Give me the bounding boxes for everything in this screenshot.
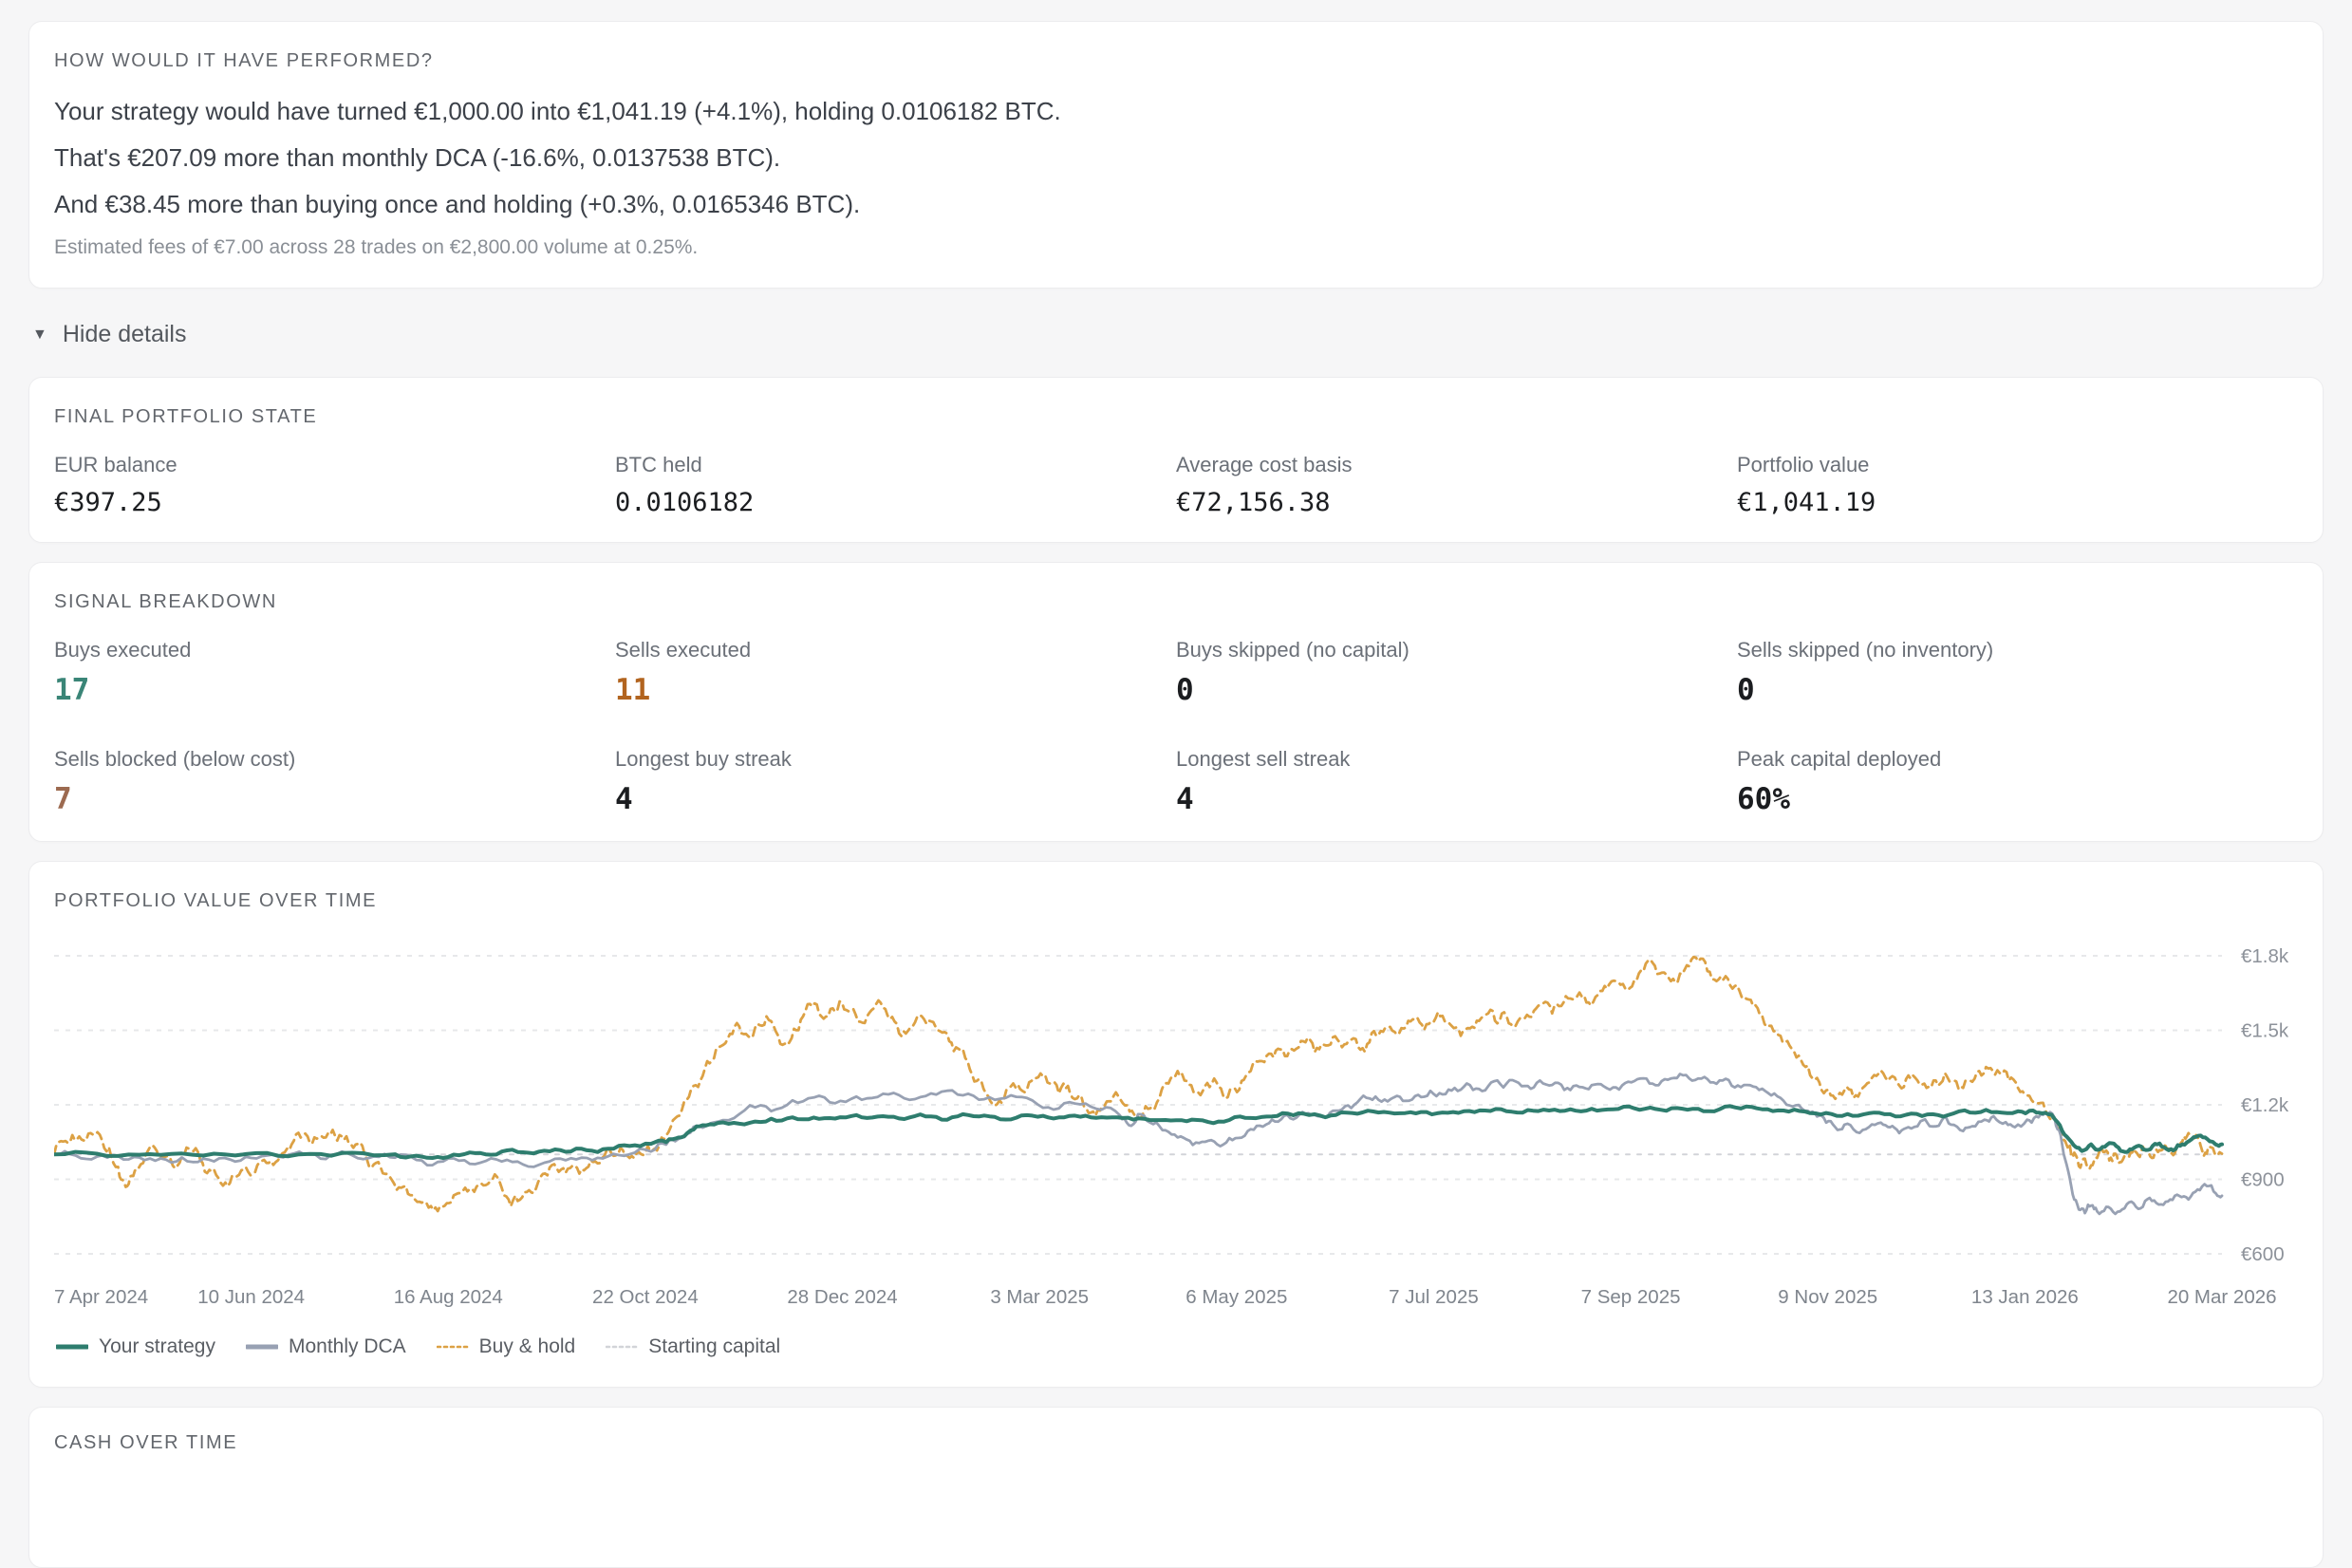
stat-label: EUR balance bbox=[54, 453, 615, 477]
x-axis-label: 16 Aug 2024 bbox=[394, 1286, 503, 1308]
hide-details-toggle[interactable]: ▼ Hide details bbox=[32, 321, 186, 348]
summary-line-buyhold-comparison: And €38.45 more than buying once and hol… bbox=[54, 190, 2298, 219]
stat-label: Sells executed bbox=[615, 638, 1176, 663]
summary-line-strategy: Your strategy would have turned €1,000.0… bbox=[54, 97, 2298, 126]
legend-swatch-buyhold-icon bbox=[437, 1343, 469, 1351]
backtest-results-page: HOW WOULD IT HAVE PERFORMED? Your strate… bbox=[0, 0, 2352, 1568]
legend-label: Starting capital bbox=[648, 1335, 780, 1358]
x-axis-label: 20 Mar 2026 bbox=[2167, 1286, 2276, 1308]
portfolio-value-chart: €600 €900 €1.2k €1.5k €1.8k 7 Apr 2024 10 Jun … bbox=[54, 937, 2300, 1313]
portfolio-chart-title: PORTFOLIO VALUE OVER TIME bbox=[54, 890, 2298, 912]
stat-label: Sells skipped (no inventory) bbox=[1737, 638, 2298, 663]
legend-item-dca[interactable]: Monthly DCA bbox=[246, 1335, 406, 1358]
stat-label: Longest buy streak bbox=[615, 747, 1176, 772]
stat-value: 0 bbox=[1176, 673, 1737, 707]
x-axis-label: 6 May 2025 bbox=[1185, 1286, 1287, 1308]
x-axis-label: 28 Dec 2024 bbox=[787, 1286, 897, 1308]
y-axis-label: €900 bbox=[2241, 1169, 2285, 1191]
y-axis-label: €600 bbox=[2241, 1243, 2285, 1265]
stat-label: Longest sell streak bbox=[1176, 747, 1737, 772]
signal-breakdown-stat: Sells executed 11 bbox=[615, 638, 1176, 707]
x-axis-label: 10 Jun 2024 bbox=[197, 1286, 305, 1308]
stat-value: 0 bbox=[1737, 673, 2298, 707]
performance-summary-title: HOW WOULD IT HAVE PERFORMED? bbox=[54, 50, 2298, 72]
stat-label: Sells blocked (below cost) bbox=[54, 747, 615, 772]
stat-value: 7 bbox=[54, 782, 615, 816]
stat-label: Buys executed bbox=[54, 638, 615, 663]
stat-value: €397.25 bbox=[54, 488, 615, 517]
stat-value: 11 bbox=[615, 673, 1176, 707]
signal-breakdown-stat: Buys skipped (no capital) 0 bbox=[1176, 638, 1737, 707]
final-portfolio-stats-grid: EUR balance €397.25BTC held 0.0106182Avera… bbox=[54, 453, 2298, 517]
stat-value: 17 bbox=[54, 673, 615, 707]
final-portfolio-title: FINAL PORTFOLIO STATE bbox=[54, 406, 2298, 428]
stat-value: 4 bbox=[615, 782, 1176, 816]
y-axis-label: €1.8k bbox=[2241, 945, 2289, 967]
legend-swatch-strategy-icon bbox=[56, 1343, 88, 1351]
signal-breakdown-stat: Peak capital deployed 60% bbox=[1737, 747, 2298, 816]
x-axis-label: 7 Apr 2024 bbox=[54, 1286, 148, 1308]
x-axis-label: 9 Nov 2025 bbox=[1778, 1286, 1877, 1308]
stat-value: €1,041.19 bbox=[1737, 488, 2298, 517]
signal-breakdown-stats-grid: Buys executed 17Sells executed 11Buys skip… bbox=[54, 638, 2298, 816]
x-axis-label: 7 Sep 2025 bbox=[1581, 1286, 1681, 1308]
x-axis-label: 22 Oct 2024 bbox=[592, 1286, 699, 1308]
signal-breakdown-stat: Sells skipped (no inventory) 0 bbox=[1737, 638, 2298, 707]
hide-details-label: Hide details bbox=[63, 321, 187, 348]
legend-swatch-starting-icon bbox=[606, 1343, 638, 1351]
legend-item-starting[interactable]: Starting capital bbox=[606, 1335, 780, 1358]
cash-chart-title: CASH OVER TIME bbox=[54, 1432, 2298, 1454]
y-axis-label: €1.5k bbox=[2241, 1020, 2289, 1042]
final-portfolio-card: FINAL PORTFOLIO STATE EUR balance €397.25… bbox=[28, 377, 2324, 543]
performance-summary-card: HOW WOULD IT HAVE PERFORMED? Your strate… bbox=[28, 21, 2324, 289]
portfolio-chart-card: PORTFOLIO VALUE OVER TIME €600€900€1.2k€… bbox=[28, 861, 2324, 1388]
x-axis-label: 3 Mar 2025 bbox=[990, 1286, 1089, 1308]
stat-label: Peak capital deployed bbox=[1737, 747, 2298, 772]
x-axis-label: 7 Jul 2025 bbox=[1389, 1286, 1479, 1308]
legend-item-strategy[interactable]: Your strategy bbox=[56, 1335, 215, 1358]
stat-value: €72,156.38 bbox=[1176, 488, 1737, 517]
signal-breakdown-stat: Sells blocked (below cost) 7 bbox=[54, 747, 615, 816]
chart-legend: Your strategy Monthly DCA Buy & hold Starti… bbox=[56, 1335, 2298, 1358]
final-portfolio-stat: Portfolio value €1,041.19 bbox=[1737, 453, 2298, 517]
stat-label: Average cost basis bbox=[1176, 453, 1737, 477]
stat-value: 60% bbox=[1737, 782, 2298, 816]
legend-label: Monthly DCA bbox=[289, 1335, 406, 1358]
x-axis-label: 13 Jan 2026 bbox=[1971, 1286, 2079, 1308]
y-axis-label: €1.2k bbox=[2241, 1094, 2289, 1116]
stat-value: 4 bbox=[1176, 782, 1737, 816]
stat-label: Buys skipped (no capital) bbox=[1176, 638, 1737, 663]
summary-line-dca-comparison: That's €207.09 more than monthly DCA (-1… bbox=[54, 143, 2298, 173]
legend-swatch-dca-icon bbox=[246, 1343, 278, 1351]
signal-breakdown-card: SIGNAL BREAKDOWN Buys executed 17Sells ex… bbox=[28, 562, 2324, 842]
signal-breakdown-title: SIGNAL BREAKDOWN bbox=[54, 591, 2298, 613]
series-dca bbox=[54, 1074, 2222, 1214]
triangle-down-icon: ▼ bbox=[32, 327, 47, 344]
stat-value: 0.0106182 bbox=[615, 488, 1176, 517]
legend-label: Your strategy bbox=[99, 1335, 215, 1358]
final-portfolio-stat: EUR balance €397.25 bbox=[54, 453, 615, 517]
legend-label: Buy & hold bbox=[479, 1335, 576, 1358]
series-buyhold bbox=[54, 957, 2222, 1211]
final-portfolio-stat: BTC held 0.0106182 bbox=[615, 453, 1176, 517]
stat-label: BTC held bbox=[615, 453, 1176, 477]
signal-breakdown-stat: Buys executed 17 bbox=[54, 638, 615, 707]
cash-chart-card: CASH OVER TIME bbox=[28, 1407, 2324, 1568]
fees-note: Estimated fees of €7.00 across 28 trades… bbox=[54, 236, 2298, 259]
legend-item-buyhold[interactable]: Buy & hold bbox=[437, 1335, 576, 1358]
stat-label: Portfolio value bbox=[1737, 453, 2298, 477]
final-portfolio-stat: Average cost basis €72,156.38 bbox=[1176, 453, 1737, 517]
signal-breakdown-stat: Longest buy streak 4 bbox=[615, 747, 1176, 816]
signal-breakdown-stat: Longest sell streak 4 bbox=[1176, 747, 1737, 816]
